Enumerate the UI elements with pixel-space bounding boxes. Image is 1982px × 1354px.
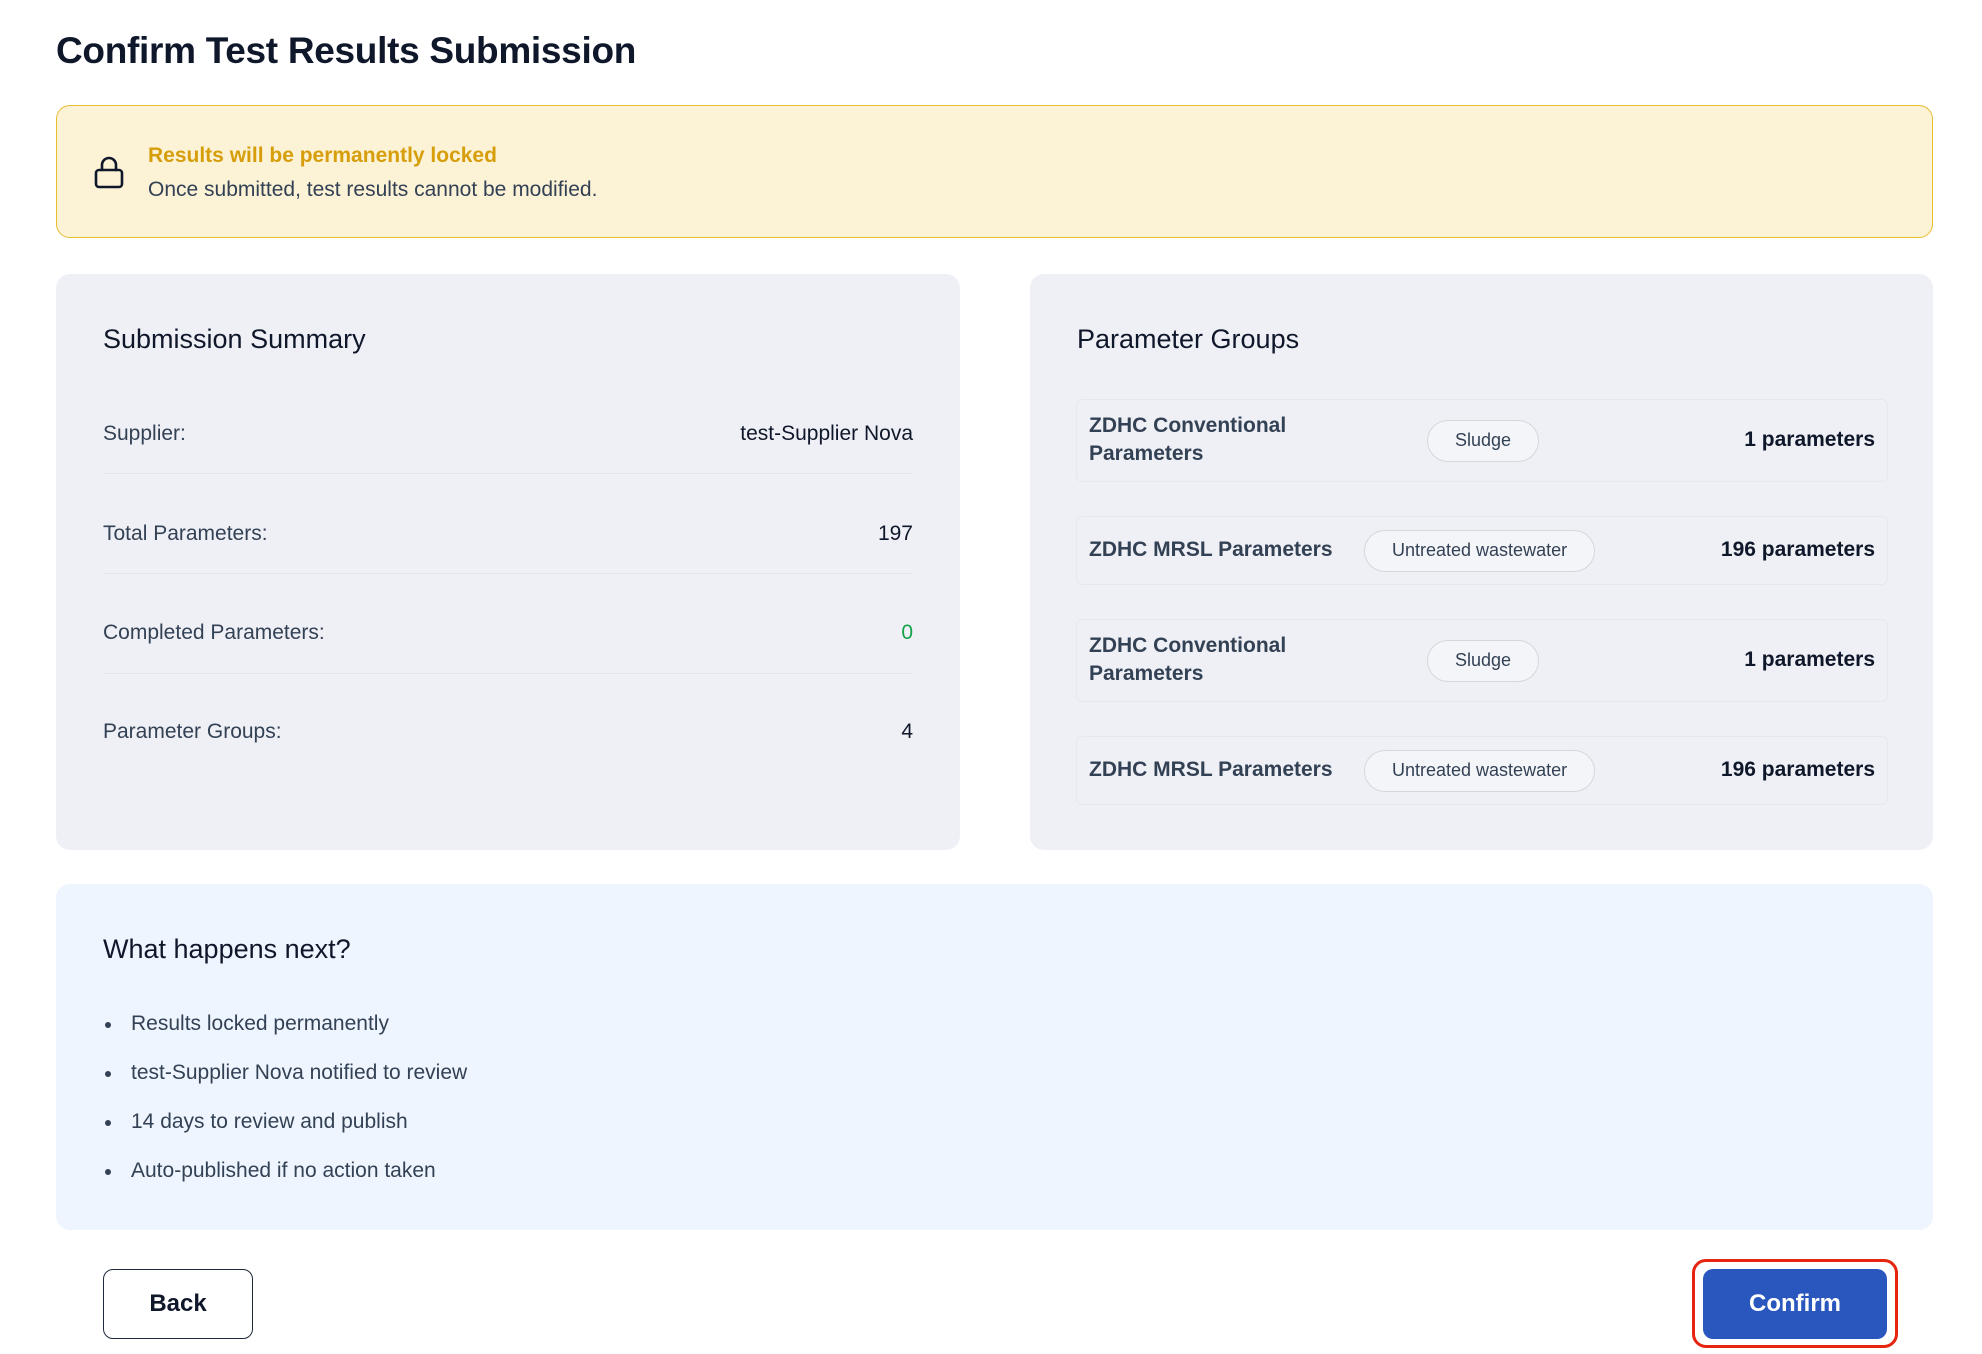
summary-row-completed-parameters: Completed Parameters: 0 xyxy=(103,574,913,674)
summary-row-parameter-groups: Parameter Groups: 4 xyxy=(103,674,913,774)
summary-label: Completed Parameters: xyxy=(103,621,325,644)
list-item: 14 days to review and publish xyxy=(103,1108,467,1157)
next-title: What happens next? xyxy=(103,934,351,964)
summary-value: test-Supplier Nova xyxy=(740,422,913,445)
summary-value: 197 xyxy=(877,522,913,545)
group-name-line: ZDHC Conventional xyxy=(1089,414,1287,437)
groups-title: Parameter Groups xyxy=(1077,324,1300,354)
summary-value: 0 xyxy=(901,621,913,644)
summary-title: Submission Summary xyxy=(103,324,366,354)
group-tag: Untreated wastewater xyxy=(1364,530,1596,572)
parameter-group-row: ZDHC MRSL Parameters Untreated wastewate… xyxy=(1076,516,1888,585)
group-name-line: Parameters xyxy=(1089,442,1204,465)
summary-label: Total Parameters: xyxy=(103,522,268,545)
parameter-group-row: ZDHC Conventional Parameters Sludge 1 pa… xyxy=(1076,619,1888,702)
list-item: Auto-published if no action taken xyxy=(103,1157,467,1206)
group-name: ZDHC Conventional Parameters xyxy=(1089,412,1286,468)
group-count: 1 parameters xyxy=(1744,428,1875,451)
parameter-groups-card: Parameter Groups ZDHC Conventional Param… xyxy=(1030,274,1933,850)
confirm-submission-page: Confirm Test Results Submission Results … xyxy=(0,0,1982,1354)
summary-row-total-parameters: Total Parameters: 197 xyxy=(103,474,913,574)
group-name: ZDHC MRSL Parameters xyxy=(1089,756,1333,784)
group-count: 196 parameters xyxy=(1720,538,1875,561)
summary-label: Parameter Groups: xyxy=(103,720,282,743)
confirm-button[interactable]: Confirm xyxy=(1703,1269,1887,1339)
summary-row-supplier: Supplier: test-Supplier Nova xyxy=(103,374,913,474)
warning-title: Results will be permanently locked xyxy=(148,144,497,167)
group-name-line: ZDHC Conventional xyxy=(1089,634,1287,657)
lock-warning-banner: Results will be permanently locked Once … xyxy=(56,105,1933,238)
group-count: 1 parameters xyxy=(1744,648,1875,671)
parameter-group-row: ZDHC MRSL Parameters Untreated wastewate… xyxy=(1076,736,1888,805)
group-name-line: ZDHC MRSL Parameters xyxy=(1089,758,1333,781)
group-tag: Untreated wastewater xyxy=(1364,750,1596,792)
what-happens-next-card: What happens next? Results locked perman… xyxy=(56,884,1933,1230)
parameter-group-row: ZDHC Conventional Parameters Sludge 1 pa… xyxy=(1076,399,1888,482)
group-count: 196 parameters xyxy=(1720,758,1875,781)
back-button[interactable]: Back xyxy=(103,1269,253,1339)
next-steps-list: Results locked permanently test-Supplier… xyxy=(103,1010,467,1206)
group-name: ZDHC Conventional Parameters xyxy=(1089,632,1286,688)
submission-summary-card: Submission Summary Supplier: test-Suppli… xyxy=(56,274,960,850)
list-item: Results locked permanently xyxy=(103,1010,467,1059)
list-item: test-Supplier Nova notified to review xyxy=(103,1059,467,1108)
group-name-line: Parameters xyxy=(1089,662,1204,685)
group-name-line: ZDHC MRSL Parameters xyxy=(1089,538,1333,561)
group-name: ZDHC MRSL Parameters xyxy=(1089,536,1333,564)
summary-label: Supplier: xyxy=(103,422,186,445)
group-tag: Sludge xyxy=(1427,640,1540,682)
group-tag: Sludge xyxy=(1427,420,1540,462)
warning-text: Once submitted, test results cannot be m… xyxy=(148,178,598,201)
page-title: Confirm Test Results Submission xyxy=(56,30,637,71)
lock-icon xyxy=(94,156,124,189)
summary-value: 4 xyxy=(901,720,913,743)
